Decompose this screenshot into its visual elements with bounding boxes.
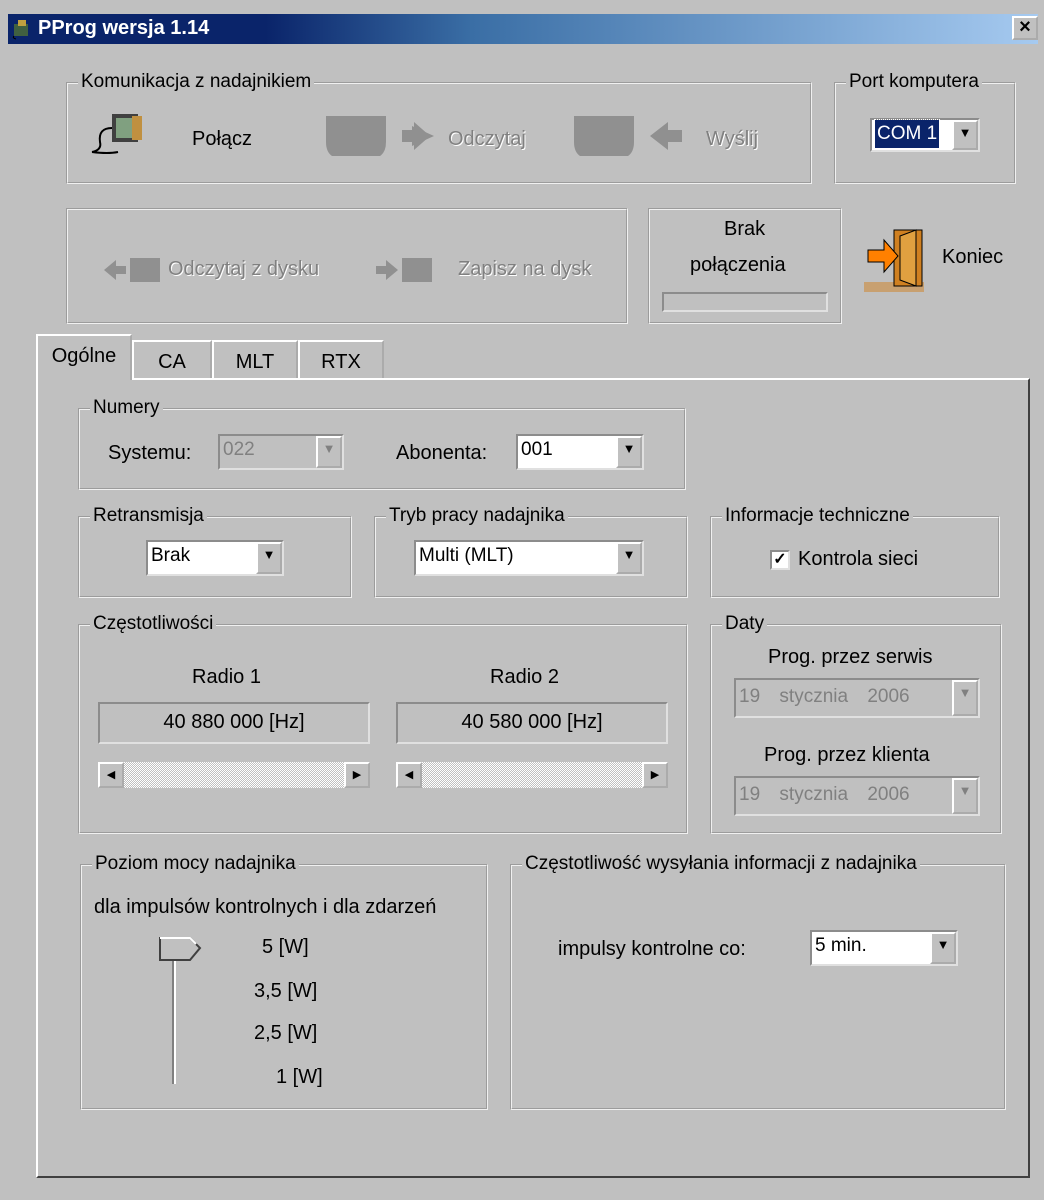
connect-button[interactable]: Połącz [192,128,252,151]
radio2-frequency: 40 580 000 [Hz] [396,702,668,744]
port-value: COM 1 [873,119,941,149]
scroll-left-icon[interactable]: ◀ [396,762,422,788]
retransmission-select[interactable]: Brak ▼ [146,540,284,576]
power-subtitle: dla impulsów kontrolnych i dla zdarzeń [94,896,437,918]
control-pulse-value: 5 min. [815,935,867,956]
client-month: stycznia [779,784,849,805]
app-icon [12,20,28,40]
chevron-down-icon[interactable]: ▼ [616,436,642,468]
tab-mlt[interactable]: MLT [212,340,298,378]
retransmission-value: Brak [151,545,191,566]
status-line2: połączenia [690,254,786,276]
radio1-label: Radio 1 [192,666,261,688]
scroll-left-icon[interactable]: ◀ [98,762,124,788]
frequencies-legend: Częstotliwości [90,613,217,635]
tech-legend: Informacje techniczne [722,505,913,527]
port-legend: Port komputera [846,71,982,93]
mode-select[interactable]: Multi (MLT) ▼ [414,540,644,576]
communication-legend: Komunikacja z nadajnikiem [78,71,315,93]
tab-general[interactable]: Ogólne [36,334,132,380]
power-level-1: 1 [W] [276,1066,323,1088]
client-date-picker[interactable]: 19 stycznia 2006 ▼ [734,776,980,816]
chevron-down-icon[interactable]: ▼ [930,932,956,964]
service-date-label: Prog. przez serwis [768,646,933,668]
port-select[interactable]: COM 1 ▼ [870,118,980,152]
power-level-2-5: 2,5 [W] [254,1022,318,1044]
close-button[interactable]: × [1012,16,1038,40]
exit-button[interactable]: Koniec [942,246,1003,269]
power-level-5: 5 [W] [262,936,309,958]
chevron-down-icon[interactable]: ▼ [256,542,282,574]
connect-icon[interactable] [88,108,152,158]
system-select[interactable]: 022 ▼ [218,434,344,470]
service-day: 19 [739,686,761,707]
radio2-label: Radio 2 [490,666,559,688]
chevron-down-icon[interactable]: ▼ [316,436,342,468]
tab-ca[interactable]: CA [132,340,212,378]
control-pulse-label: impulsy kontrolne co: [558,938,746,960]
save-disk-button[interactable]: Zapisz na dysk [458,258,591,281]
scroll-right-icon[interactable]: ▶ [344,762,370,788]
radio2-scrollbar[interactable]: ◀ ▶ [396,762,668,788]
power-level-3-5: 3,5 [W] [254,980,318,1002]
network-check-label[interactable]: Kontrola sieci [798,548,918,571]
retransmission-legend: Retransmisja [90,505,207,527]
chevron-down-icon[interactable]: ▼ [616,542,642,574]
subscriber-label: Abonenta: [396,442,488,464]
mode-value: Multi (MLT) [419,545,514,566]
chevron-down-icon[interactable]: ▼ [952,778,978,814]
radio1-scrollbar[interactable]: ◀ ▶ [98,762,370,788]
client-year: 2006 [867,784,910,805]
service-month: stycznia [779,686,849,707]
subscriber-value: 001 [521,439,553,460]
system-value: 022 [223,439,255,460]
send-button[interactable]: Wyślij [706,128,758,151]
chevron-down-icon[interactable]: ▼ [952,680,978,716]
exit-door-icon[interactable] [864,226,930,294]
window-title: PProg wersja 1.14 [38,17,210,39]
power-slider-track[interactable] [172,954,176,1084]
send-frequency-legend: Częstotliwość wysyłania informacji z nad… [522,853,920,875]
mode-legend: Tryb pracy nadajnika [386,505,568,527]
arrow-left-disk-icon [104,258,160,282]
control-pulse-select[interactable]: 5 min. ▼ [810,930,958,966]
radio1-frequency: 40 880 000 [Hz] [98,702,370,744]
power-legend: Poziom mocy nadajnika [92,853,299,875]
service-year: 2006 [867,686,910,707]
service-date-picker[interactable]: 19 stycznia 2006 ▼ [734,678,980,718]
chevron-down-icon[interactable]: ▼ [952,120,978,150]
dates-legend: Daty [722,613,768,635]
scroll-right-icon[interactable]: ▶ [642,762,668,788]
transmitter-send-icon [574,116,682,156]
send-frequency-group: Częstotliwość wysyłania informacji z nad… [510,853,1006,1110]
connection-progress [662,292,828,312]
title-bar: PProg wersja 1.14 × [8,14,1038,44]
numbers-legend: Numery [90,397,163,419]
client-date-label: Prog. przez klienta [764,744,930,766]
transmitter-read-icon [326,116,434,156]
subscriber-select[interactable]: 001 ▼ [516,434,644,470]
network-check-checkbox[interactable]: ✓ [770,550,790,570]
power-slider-thumb[interactable] [158,936,202,964]
system-label: Systemu: [108,442,192,464]
arrow-right-disk-icon [376,258,432,282]
read-button[interactable]: Odczytaj [448,128,526,151]
read-disk-button[interactable]: Odczytaj z dysku [168,258,319,281]
client-day: 19 [739,784,761,805]
status-line1: Brak [724,218,766,240]
tab-rtx[interactable]: RTX [298,340,384,378]
